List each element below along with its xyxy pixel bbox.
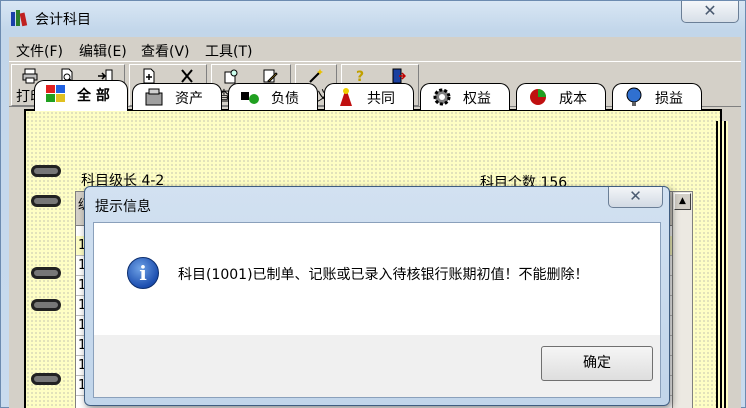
dialog-body: i 科目(1001)已制单、记账或已录入待核银行账期初值！不能删除！ 确定 bbox=[93, 222, 661, 398]
title-bar: 会计科目 ✕ bbox=[1, 1, 746, 35]
menu-file[interactable]: 文件(F) bbox=[16, 41, 63, 61]
assets-icon bbox=[145, 88, 163, 106]
common-icon bbox=[340, 88, 352, 106]
books-app-icon bbox=[11, 10, 28, 27]
dialog-title: 提示信息 bbox=[95, 199, 151, 215]
cost-chart-icon bbox=[530, 89, 546, 105]
tab-liabilities[interactable]: 负债 bbox=[228, 83, 318, 110]
notebook-page-edges bbox=[716, 121, 728, 408]
scroll-up-arrow-icon[interactable]: ▲ bbox=[674, 193, 691, 210]
binder-ring bbox=[31, 299, 61, 311]
tab-common[interactable]: 共同 bbox=[324, 83, 414, 110]
message-dialog: 提示信息 ✕ i 科目(1001)已制单、记账或已录入待核银行账期初值！不能删除… bbox=[84, 186, 670, 406]
table-scrollbar[interactable]: ▲ bbox=[672, 192, 692, 408]
window-close-button[interactable]: ✕ bbox=[681, 1, 739, 23]
globe-icon bbox=[626, 87, 642, 106]
all-categories-icon bbox=[46, 85, 65, 102]
equity-gear-icon bbox=[433, 88, 451, 106]
menu-view[interactable]: 查看(V) bbox=[141, 41, 190, 61]
main-window: 会计科目 ✕ 文件(F) 编辑(E) 查看(V) 工具(T) 打印 预览 bbox=[0, 0, 746, 408]
info-icon: i bbox=[127, 257, 159, 289]
category-tabs: 全 部 资产 负债 共同 权益 成本 损益 bbox=[26, 80, 716, 112]
tab-cost[interactable]: 成本 bbox=[516, 83, 606, 110]
binder-ring bbox=[31, 195, 61, 207]
menu-tools[interactable]: 工具(T) bbox=[205, 41, 252, 61]
tab-equity[interactable]: 权益 bbox=[420, 83, 510, 110]
dialog-close-button[interactable]: ✕ bbox=[608, 187, 663, 208]
ok-button[interactable]: 确定 bbox=[541, 346, 653, 381]
liabilities-icon bbox=[241, 92, 259, 104]
binder-ring bbox=[31, 267, 61, 279]
dialog-message-area: i 科目(1001)已制单、记账或已录入待核银行账期初值！不能删除！ bbox=[94, 223, 660, 335]
tab-profit-loss[interactable]: 损益 bbox=[612, 83, 702, 110]
binder-ring bbox=[31, 373, 61, 385]
window-title: 会计科目 bbox=[35, 12, 91, 28]
menu-bar: 文件(F) 编辑(E) 查看(V) 工具(T) bbox=[9, 37, 741, 61]
binder-ring bbox=[31, 165, 61, 177]
dialog-message: 科目(1001)已制单、记账或已录入待核银行账期初值！不能删除！ bbox=[178, 267, 589, 283]
tab-assets[interactable]: 资产 bbox=[132, 83, 222, 110]
menu-edit[interactable]: 编辑(E) bbox=[79, 41, 127, 61]
tab-all[interactable]: 全 部 bbox=[34, 80, 128, 111]
